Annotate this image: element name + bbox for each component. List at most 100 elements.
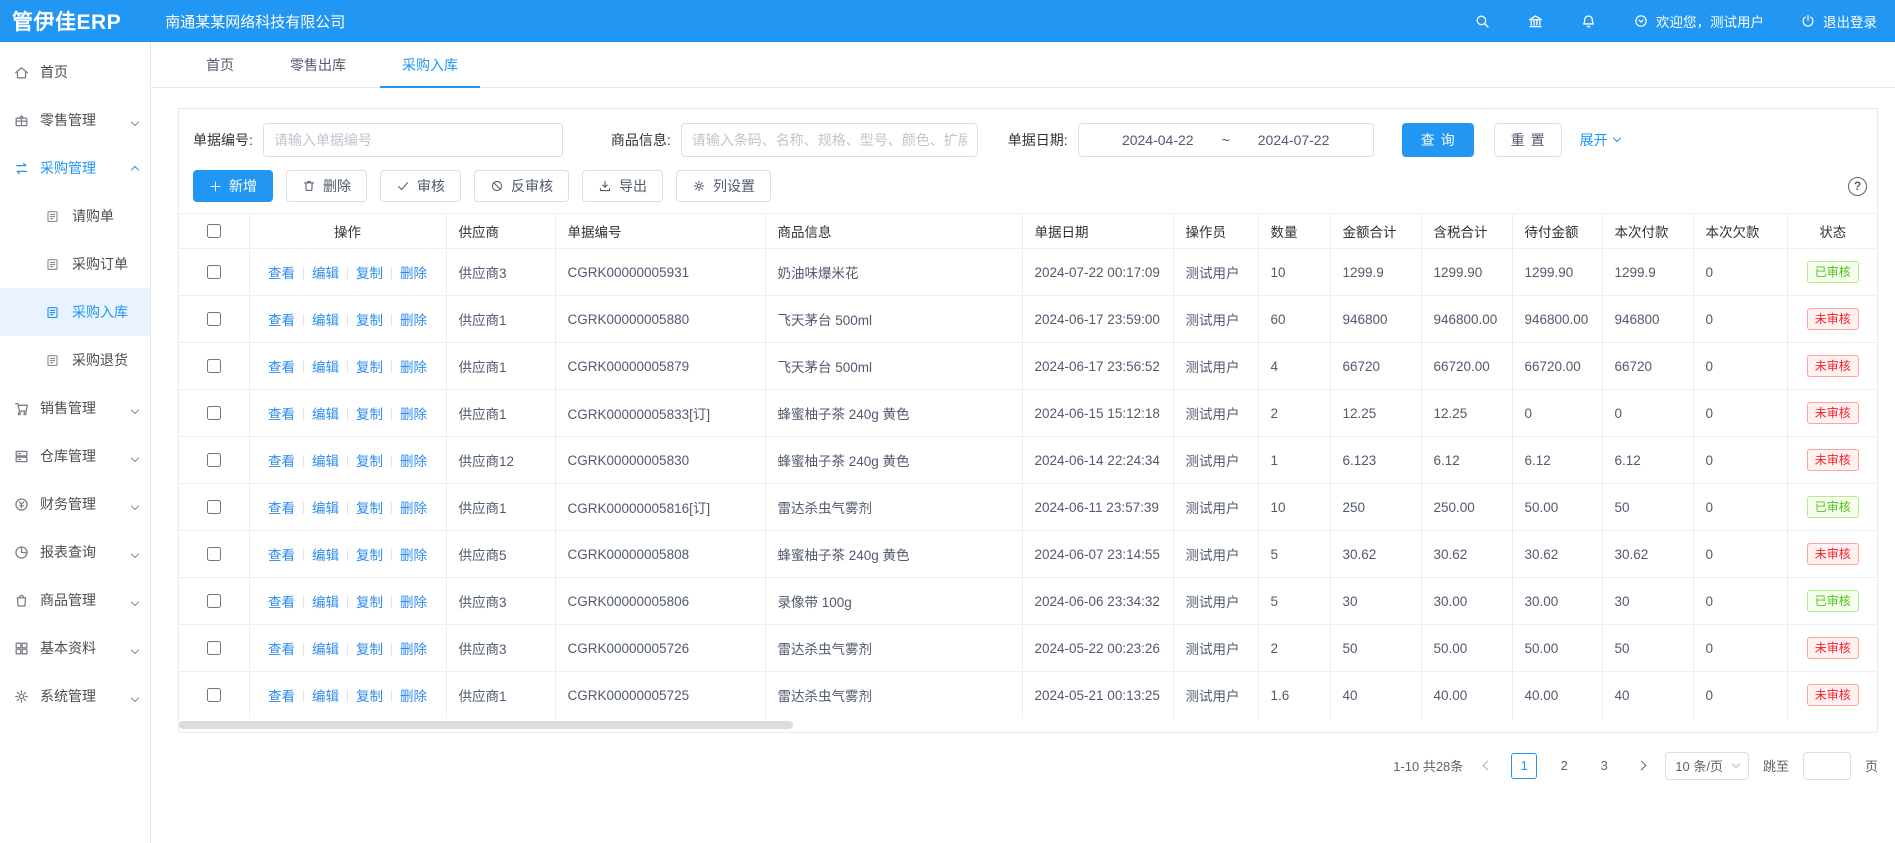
bell-icon[interactable]	[1580, 13, 1597, 30]
delete-link[interactable]: 删除	[400, 642, 427, 657]
view-link[interactable]: 查看	[268, 266, 295, 281]
edit-link[interactable]: 编辑	[312, 642, 339, 657]
edit-link[interactable]: 编辑	[312, 689, 339, 704]
page-2-button[interactable]: 2	[1551, 753, 1577, 779]
page-3-button[interactable]: 3	[1591, 753, 1617, 779]
sidebar-item-purchase-request[interactable]: 请购单	[0, 192, 150, 240]
view-link[interactable]: 查看	[268, 548, 295, 563]
row-checkbox[interactable]	[207, 688, 221, 702]
view-link[interactable]: 查看	[268, 595, 295, 610]
page-size-select[interactable]: 10 条/页	[1665, 752, 1749, 780]
sidebar-item-basic-data[interactable]: 基本资料	[0, 624, 150, 672]
view-link[interactable]: 查看	[268, 642, 295, 657]
row-checkbox[interactable]	[207, 359, 221, 373]
tab-home[interactable]: 首页	[178, 42, 262, 87]
expand-link[interactable]: 展开	[1580, 130, 1620, 150]
search-button[interactable]: 查询	[1402, 123, 1474, 157]
view-link[interactable]: 查看	[268, 313, 295, 328]
copy-link[interactable]: 复制	[356, 266, 383, 281]
next-page-button[interactable]	[1631, 762, 1651, 769]
copy-link[interactable]: 复制	[356, 360, 383, 375]
copy-link[interactable]: 复制	[356, 689, 383, 704]
bank-icon[interactable]	[1527, 13, 1544, 30]
sidebar-item-system[interactable]: 系统管理	[0, 672, 150, 720]
edit-link[interactable]: 编辑	[312, 266, 339, 281]
row-checkbox[interactable]	[207, 453, 221, 467]
copy-link[interactable]: 复制	[356, 407, 383, 422]
delete-link[interactable]: 删除	[400, 266, 427, 281]
jump-page-input[interactable]	[1803, 752, 1851, 780]
qty-cell: 1.6	[1258, 672, 1330, 719]
date-from[interactable]: 2024-04-22	[1122, 132, 1194, 148]
edit-link[interactable]: 编辑	[312, 595, 339, 610]
welcome-user[interactable]: 欢迎您，测试用户	[1633, 11, 1764, 31]
row-checkbox[interactable]	[207, 406, 221, 420]
tab-purchase-inbound[interactable]: 采购入库	[374, 42, 486, 87]
tabbar: 首页 零售出库 采购入库	[151, 42, 1895, 88]
sidebar-item-reports[interactable]: 报表查询	[0, 528, 150, 576]
sidebar-item-warehouse[interactable]: 仓库管理	[0, 432, 150, 480]
copy-link[interactable]: 复制	[356, 595, 383, 610]
export-button[interactable]: 导出	[582, 170, 663, 202]
row-checkbox[interactable]	[207, 500, 221, 514]
delete-link[interactable]: 删除	[400, 454, 427, 469]
reset-button[interactable]: 重置	[1494, 123, 1562, 157]
sidebar-item-purchase-order[interactable]: 采购订单	[0, 240, 150, 288]
sidebar-item-sales[interactable]: 销售管理	[0, 384, 150, 432]
copy-link[interactable]: 复制	[356, 501, 383, 516]
edit-link[interactable]: 编辑	[312, 360, 339, 375]
add-button[interactable]: 新增	[193, 170, 273, 202]
sidebar-item-purchase-return[interactable]: 采购退货	[0, 336, 150, 384]
sidebar-item-goods[interactable]: 商品管理	[0, 576, 150, 624]
unaudit-button[interactable]: 反审核	[474, 170, 569, 202]
sidebar-item-retail[interactable]: 零售管理	[0, 96, 150, 144]
row-checkbox[interactable]	[207, 312, 221, 326]
sidebar-item-finance[interactable]: 财务管理	[0, 480, 150, 528]
date-range-picker[interactable]: 2024-04-22 ~ 2024-07-22	[1078, 123, 1374, 157]
delete-link[interactable]: 删除	[400, 548, 427, 563]
delete-link[interactable]: 删除	[400, 501, 427, 516]
copy-link[interactable]: 复制	[356, 454, 383, 469]
copy-link[interactable]: 复制	[356, 548, 383, 563]
delete-link[interactable]: 删除	[400, 360, 427, 375]
copy-link[interactable]: 复制	[356, 642, 383, 657]
copy-link[interactable]: 复制	[356, 313, 383, 328]
view-link[interactable]: 查看	[268, 360, 295, 375]
row-actions: 查看 编辑 复制 删除	[249, 249, 446, 296]
app-logo[interactable]: 管伊佳ERP	[12, 6, 121, 36]
view-link[interactable]: 查看	[268, 501, 295, 516]
edit-link[interactable]: 编辑	[312, 501, 339, 516]
view-link[interactable]: 查看	[268, 454, 295, 469]
delete-link[interactable]: 删除	[400, 595, 427, 610]
edit-link[interactable]: 编辑	[312, 454, 339, 469]
view-link[interactable]: 查看	[268, 407, 295, 422]
date-to[interactable]: 2024-07-22	[1258, 132, 1330, 148]
row-checkbox[interactable]	[207, 641, 221, 655]
delete-link[interactable]: 删除	[400, 407, 427, 422]
edit-link[interactable]: 编辑	[312, 407, 339, 422]
help-icon[interactable]: ?	[1848, 177, 1867, 196]
logout-button[interactable]: 退出登录	[1800, 11, 1877, 31]
sidebar-item-home[interactable]: 首页	[0, 48, 150, 96]
edit-link[interactable]: 编辑	[312, 548, 339, 563]
delete-link[interactable]: 删除	[400, 689, 427, 704]
select-all-checkbox[interactable]	[207, 224, 221, 238]
page-1-button[interactable]: 1	[1511, 753, 1537, 779]
delete-button[interactable]: 删除	[286, 170, 367, 202]
row-checkbox[interactable]	[207, 265, 221, 279]
row-checkbox[interactable]	[207, 594, 221, 608]
audit-button[interactable]: 审核	[380, 170, 461, 202]
bill-no-input[interactable]	[263, 123, 563, 157]
horizontal-scrollbar[interactable]	[179, 719, 1877, 732]
product-info-input[interactable]	[681, 123, 978, 157]
edit-link[interactable]: 编辑	[312, 313, 339, 328]
column-settings-button[interactable]: 列设置	[676, 170, 771, 202]
prev-page-button[interactable]	[1477, 762, 1497, 769]
sidebar-item-purchase[interactable]: 采购管理	[0, 144, 150, 192]
row-checkbox[interactable]	[207, 547, 221, 561]
delete-link[interactable]: 删除	[400, 313, 427, 328]
view-link[interactable]: 查看	[268, 689, 295, 704]
search-icon[interactable]	[1474, 13, 1491, 30]
sidebar-item-purchase-inbound[interactable]: 采购入库	[0, 288, 150, 336]
tab-retail-outbound[interactable]: 零售出库	[262, 42, 374, 87]
